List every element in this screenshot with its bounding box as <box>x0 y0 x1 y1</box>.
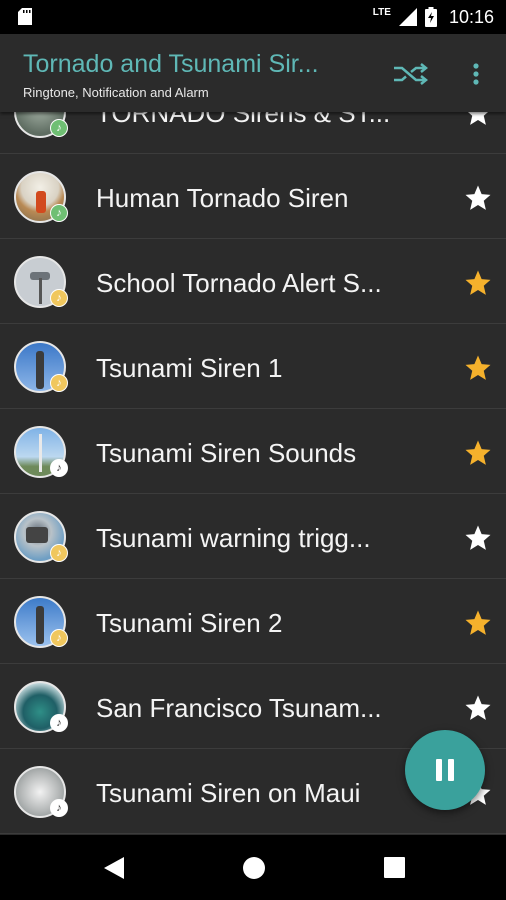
sound-title: School Tornado Alert S... <box>96 268 382 298</box>
list-item[interactable]: ♪ Tsunami Siren 2 <box>0 580 506 664</box>
favorite-star-icon[interactable] <box>463 693 493 723</box>
music-note-icon: ♪ <box>50 204 68 222</box>
sd-card-icon <box>18 8 32 25</box>
recents-icon[interactable] <box>384 857 405 878</box>
network-type: LTE <box>372 6 391 18</box>
shuffle-button[interactable] <box>390 56 430 92</box>
favorite-star-icon[interactable] <box>463 608 493 638</box>
music-note-icon: ♪ <box>50 629 68 647</box>
more-vert-icon <box>473 63 479 85</box>
pause-button[interactable] <box>405 730 485 810</box>
music-note-icon: ♪ <box>50 119 68 137</box>
more-options-button[interactable] <box>458 56 494 92</box>
sound-title: Human Tornado Siren <box>96 183 349 213</box>
list-item[interactable]: ♪ Human Tornado Siren <box>0 155 506 239</box>
list-item[interactable]: ♪ Tsunami Siren Sounds <box>0 410 506 494</box>
music-note-icon: ♪ <box>50 544 68 562</box>
favorite-star-icon[interactable] <box>463 523 493 553</box>
app-bar: Tornado and Tsunami Sir... Ringtone, Not… <box>0 34 506 112</box>
app-subtitle: Ringtone, Notification and Alarm <box>23 85 209 100</box>
sound-title: Tsunami Siren Sounds <box>96 438 357 468</box>
list-item[interactable]: ♪ Tsunami Siren 1 <box>0 325 506 409</box>
back-icon[interactable] <box>102 855 126 881</box>
sound-title: Tsunami warning trigg... <box>96 523 371 553</box>
music-note-icon: ♪ <box>50 714 68 732</box>
list-item[interactable]: ♪ Tsunami warning trigg... <box>0 495 506 579</box>
navigation-bar <box>0 835 506 900</box>
sound-title: Tsunami Siren 1 <box>96 353 283 383</box>
sound-title: Tsunami Siren 2 <box>96 608 283 638</box>
favorite-star-icon[interactable] <box>463 268 493 298</box>
clock: 10:16 <box>448 6 494 27</box>
list-item[interactable]: ♪ School Tornado Alert S... <box>0 240 506 324</box>
music-note-icon: ♪ <box>50 799 68 817</box>
music-note-icon: ♪ <box>50 459 68 477</box>
signal-icon <box>398 8 417 26</box>
pause-icon <box>436 759 454 781</box>
shuffle-icon <box>394 63 428 85</box>
favorite-star-icon[interactable] <box>463 438 493 468</box>
ringtone-list: ♪ TORNADO Sirens & ST... ♪ Human Tornado… <box>0 70 506 835</box>
sound-title: Tsunami Siren on Maui <box>96 778 361 808</box>
favorite-star-icon[interactable] <box>463 353 493 383</box>
status-bar: LTE 10:16 <box>0 0 506 34</box>
home-icon[interactable] <box>242 856 266 880</box>
favorite-star-icon[interactable] <box>463 183 493 213</box>
music-note-icon: ♪ <box>50 374 68 392</box>
sound-title: San Francisco Tsunam... <box>96 693 382 723</box>
app-title: Tornado and Tsunami Sir... <box>23 50 319 78</box>
music-note-icon: ♪ <box>50 289 68 307</box>
battery-charging-icon <box>424 7 437 27</box>
